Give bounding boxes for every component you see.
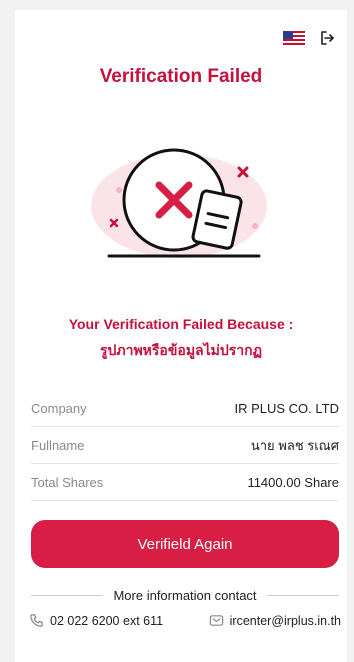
page-title: Verification Failed — [99, 66, 263, 87]
phone-contact[interactable]: 02 022 6200 ext 611 — [29, 613, 163, 628]
fullname-label: Fullname — [31, 437, 85, 453]
contact-heading: More information contact — [31, 588, 340, 603]
detail-row-total-shares: Total Shares 11400.00 Share — [31, 464, 339, 501]
company-label: Company — [31, 400, 87, 416]
total-shares-value: 11400.00 Share — [247, 474, 339, 490]
failure-reason-text: รูปภาพหรือข้อมูลไม่ปรากฏ — [99, 342, 263, 358]
phone-icon — [30, 614, 43, 627]
top-bar — [283, 30, 335, 46]
email-contact[interactable]: ircenter@irplus.in.th — [209, 613, 341, 628]
divider-left — [31, 595, 104, 596]
company-value: IR PLUS CO. LTD — [234, 400, 339, 416]
contact-row: 02 022 6200 ext 611 ircenter@irplus.in.t… — [29, 613, 341, 628]
phone-number: 02 022 6200 ext 611 — [50, 613, 164, 628]
failure-reason-title: Your Verification Failed Because : — [68, 316, 294, 332]
details-list: Company IR PLUS CO. LTD Fullname นาย พลช… — [31, 390, 339, 501]
failed-document-illustration — [91, 148, 267, 258]
contact-heading-text: More information contact — [113, 588, 257, 603]
divider-right — [266, 595, 340, 596]
verify-again-button[interactable]: Verifield Again — [31, 520, 339, 568]
logout-icon[interactable] — [319, 30, 335, 46]
fullname-value: นาย พลช รเณศ — [250, 437, 339, 453]
total-shares-label: Total Shares — [31, 474, 104, 490]
email-icon — [209, 615, 223, 626]
email-address: ircenter@irplus.in.th — [229, 613, 341, 628]
us-flag-icon[interactable] — [283, 31, 305, 45]
verification-card: Verification Failed Your Verification Fa… — [15, 10, 347, 662]
detail-row-fullname: Fullname นาย พลช รเณศ — [31, 427, 339, 464]
detail-row-company: Company IR PLUS CO. LTD — [31, 390, 339, 427]
